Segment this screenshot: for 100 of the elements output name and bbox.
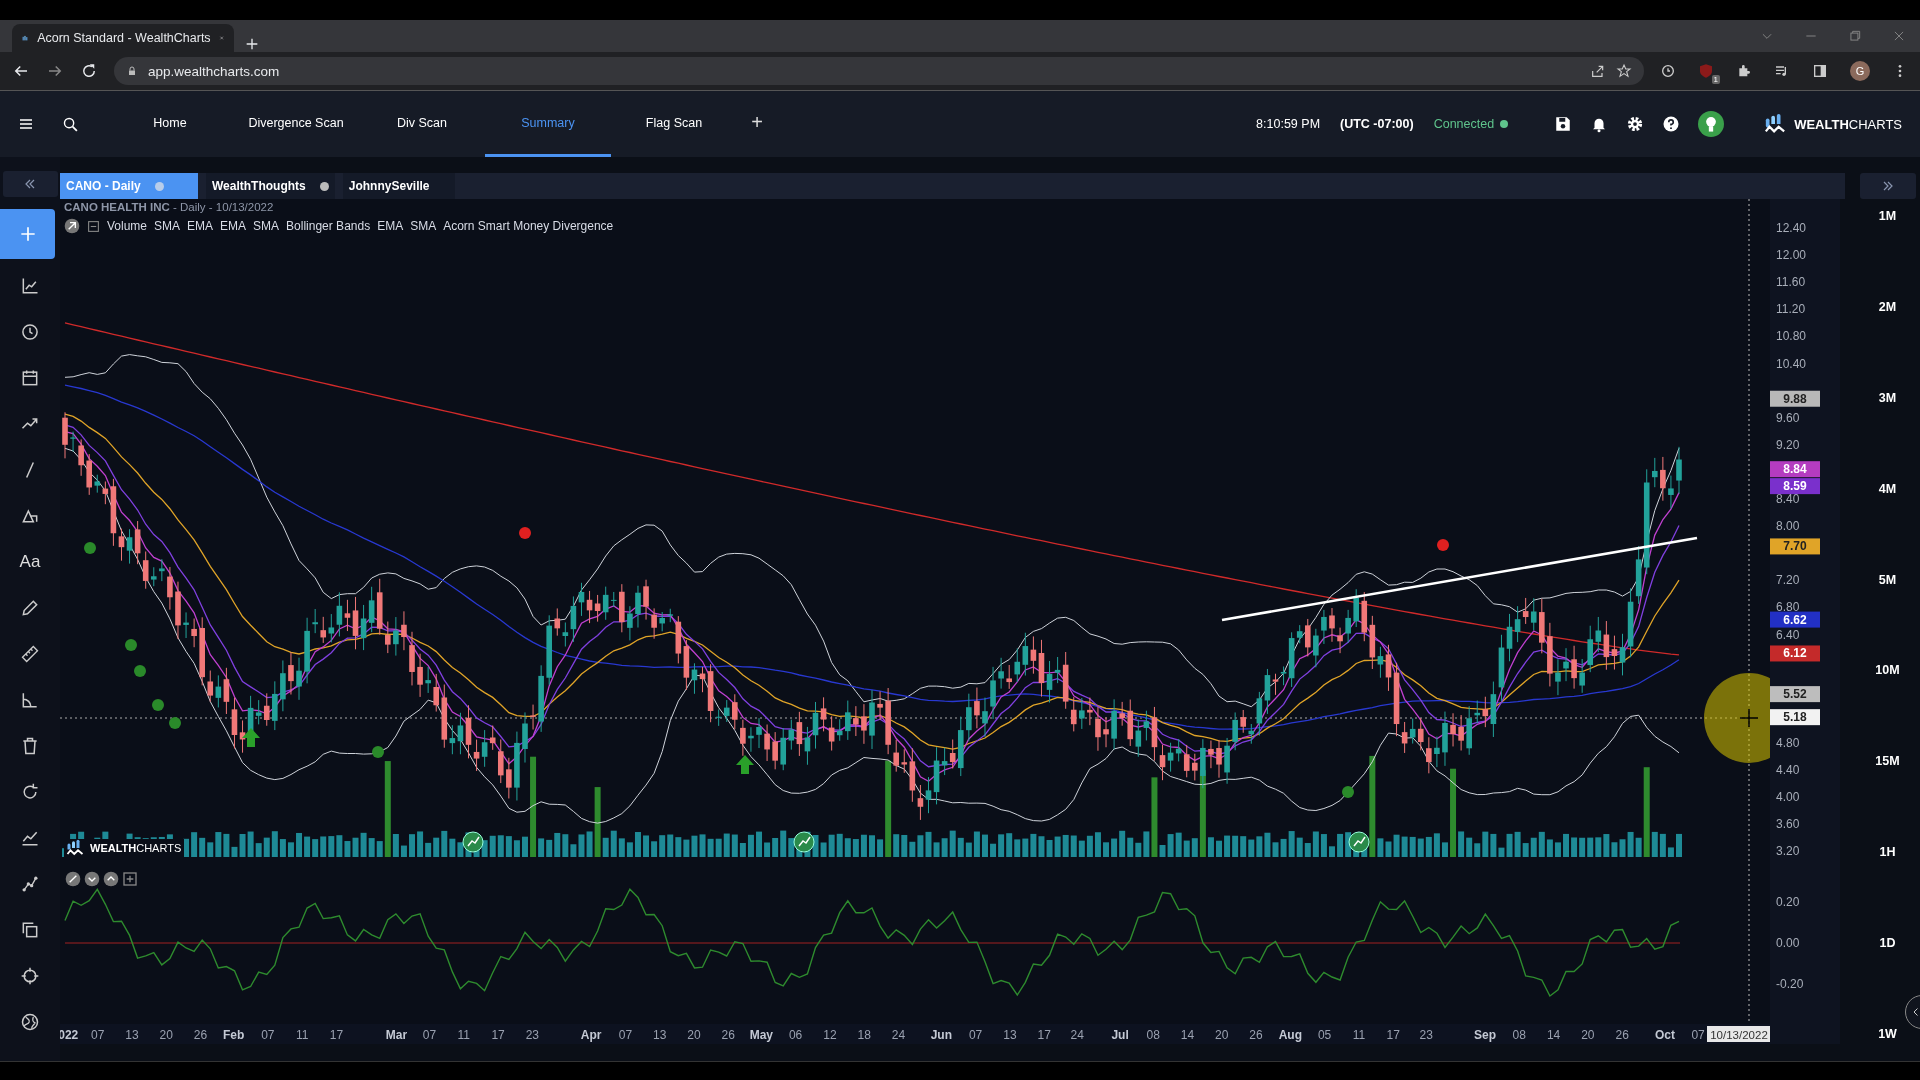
reload-icon[interactable] [80, 62, 98, 80]
arrow-up-icon [736, 755, 754, 774]
date-label: Jun [930, 1028, 952, 1042]
nav-tab[interactable]: Flag Scan [611, 91, 737, 157]
signal-dot [84, 542, 96, 554]
crosshair-date-label: 10/13/2022 [1707, 1026, 1770, 1042]
chevron-down-icon[interactable] [84, 871, 100, 887]
trend-marker-icon [1348, 831, 1370, 853]
menu-icon[interactable] [18, 116, 34, 132]
profile-avatar[interactable]: G [1850, 61, 1870, 81]
share-icon[interactable] [1590, 63, 1606, 79]
indicator-label[interactable]: Bollinger Bands [286, 219, 371, 233]
nav-tab[interactable]: Home [107, 91, 233, 157]
chevron-up-icon[interactable] [103, 871, 119, 887]
search-icon[interactable] [62, 115, 79, 133]
date-label: 20 [159, 1028, 173, 1042]
date-label: 17 [329, 1028, 344, 1042]
hide-icon[interactable] [64, 218, 80, 234]
new-tab-icon[interactable] [244, 36, 260, 52]
chart-watermark: WEALTHCHARTS [90, 842, 182, 854]
pencil-icon[interactable] [20, 597, 40, 619]
signal-dot [1342, 786, 1354, 798]
clock-icon[interactable] [1660, 63, 1676, 79]
clock-time: 8:10:59 PM [1256, 117, 1321, 131]
date-label: 26 [193, 1028, 208, 1042]
star-icon[interactable] [1616, 63, 1632, 79]
timeframe-button[interactable]: 15M [1867, 754, 1908, 769]
timeframe-button[interactable]: 1D [1867, 936, 1908, 950]
chart-tab[interactable]: WealthThoughts [206, 173, 335, 199]
price-tag: 8.59 [1770, 478, 1820, 495]
brand-logo-icon [64, 839, 86, 857]
status-dot [1500, 120, 1509, 128]
browser-tab[interactable]: Acorn Standard - WealthCharts [12, 24, 234, 52]
date-label: 23 [1419, 1028, 1433, 1042]
nav-tab[interactable]: Divergence Scan [233, 91, 359, 157]
date-label: 17 [491, 1028, 505, 1042]
expand-icon[interactable] [122, 871, 138, 887]
date-label: 12 [823, 1028, 837, 1042]
close-icon[interactable] [1892, 29, 1906, 43]
date-label: Apr [580, 1028, 602, 1042]
chart-tab[interactable]: JohnnySeville [342, 173, 455, 199]
price-tick: 6.40 [1776, 627, 1800, 642]
arrow-up-icon [242, 728, 260, 747]
indicator-label[interactable]: SMA [410, 219, 437, 233]
date-label: 13 [653, 1028, 667, 1042]
date-label: 07 [1691, 1028, 1705, 1042]
timeframe-button[interactable]: 1H [1867, 845, 1908, 860]
date-label: 24 [1070, 1028, 1084, 1042]
signal-dot [372, 746, 384, 758]
timeframe-button[interactable]: 2M [1867, 299, 1908, 314]
shield-icon[interactable] [1698, 63, 1714, 79]
indicator-label[interactable]: EMA [377, 219, 404, 233]
date-label: 11 [295, 1028, 309, 1042]
settings-icon[interactable] [1626, 115, 1645, 133]
date-label: 07 [422, 1028, 437, 1042]
save-icon[interactable] [1554, 115, 1573, 133]
price-tick: 12.00 [1776, 248, 1807, 263]
indicator-label[interactable]: EMA [187, 219, 214, 233]
collapse-icon[interactable] [87, 219, 100, 233]
address-bar[interactable]: app.wealthcharts.com [114, 57, 1644, 85]
help-icon[interactable] [1662, 115, 1681, 133]
date-label: 14 [1180, 1028, 1195, 1042]
timezone-label: (UTC -07:00) [1340, 117, 1414, 131]
date-label: 17 [1037, 1028, 1051, 1042]
puzzle-icon[interactable] [1736, 63, 1752, 79]
signal-dot [134, 665, 146, 677]
timeframe-button[interactable]: 1W [1867, 1026, 1908, 1041]
side-panel-icon[interactable] [1812, 63, 1828, 79]
lightbulb-icon[interactable] [1698, 111, 1725, 137]
crosshair-icon[interactable] [20, 965, 40, 987]
price-tick: 8.40 [1776, 492, 1800, 506]
signal-dot [519, 527, 531, 539]
signal-dot [1437, 539, 1449, 551]
indicator-label[interactable]: SMA [253, 219, 280, 233]
add-tab-button[interactable]: + [737, 91, 777, 157]
date-label: 20 [1215, 1028, 1229, 1042]
connection-status: Connected [1433, 117, 1495, 131]
signal-dot [125, 639, 137, 651]
ruler-icon[interactable] [20, 643, 40, 665]
timeframe-button[interactable]: 4M [1867, 481, 1908, 496]
date-label: 13 [125, 1028, 139, 1042]
clock-icon[interactable] [20, 321, 40, 343]
indicator-label[interactable]: EMA [220, 219, 247, 233]
timeframe-button[interactable]: 3M [1867, 390, 1908, 405]
indicator-label[interactable]: SMA [154, 219, 181, 233]
globe-icon[interactable] [20, 1011, 40, 1033]
restore-icon[interactable] [1848, 29, 1862, 43]
indicator-label[interactable]: Volume [107, 219, 148, 233]
timeframe-button[interactable]: 5M [1867, 572, 1908, 587]
text-tool[interactable]: Aa [19, 551, 41, 573]
timeframe-button[interactable]: 1M [1867, 209, 1908, 223]
trash-icon[interactable] [20, 735, 40, 757]
hide-icon[interactable] [65, 871, 81, 887]
price-tag: 5.52 [1770, 686, 1820, 703]
price-tag: 6.62 [1770, 611, 1820, 628]
nav-tab[interactable]: Div Scan [359, 91, 485, 157]
date-label: 07 [90, 1028, 105, 1042]
date-label: 17 [1386, 1028, 1400, 1042]
indicator-label[interactable]: Acorn Smart Money Divergence [443, 219, 614, 233]
timeframe-button[interactable]: 10M [1867, 663, 1908, 678]
